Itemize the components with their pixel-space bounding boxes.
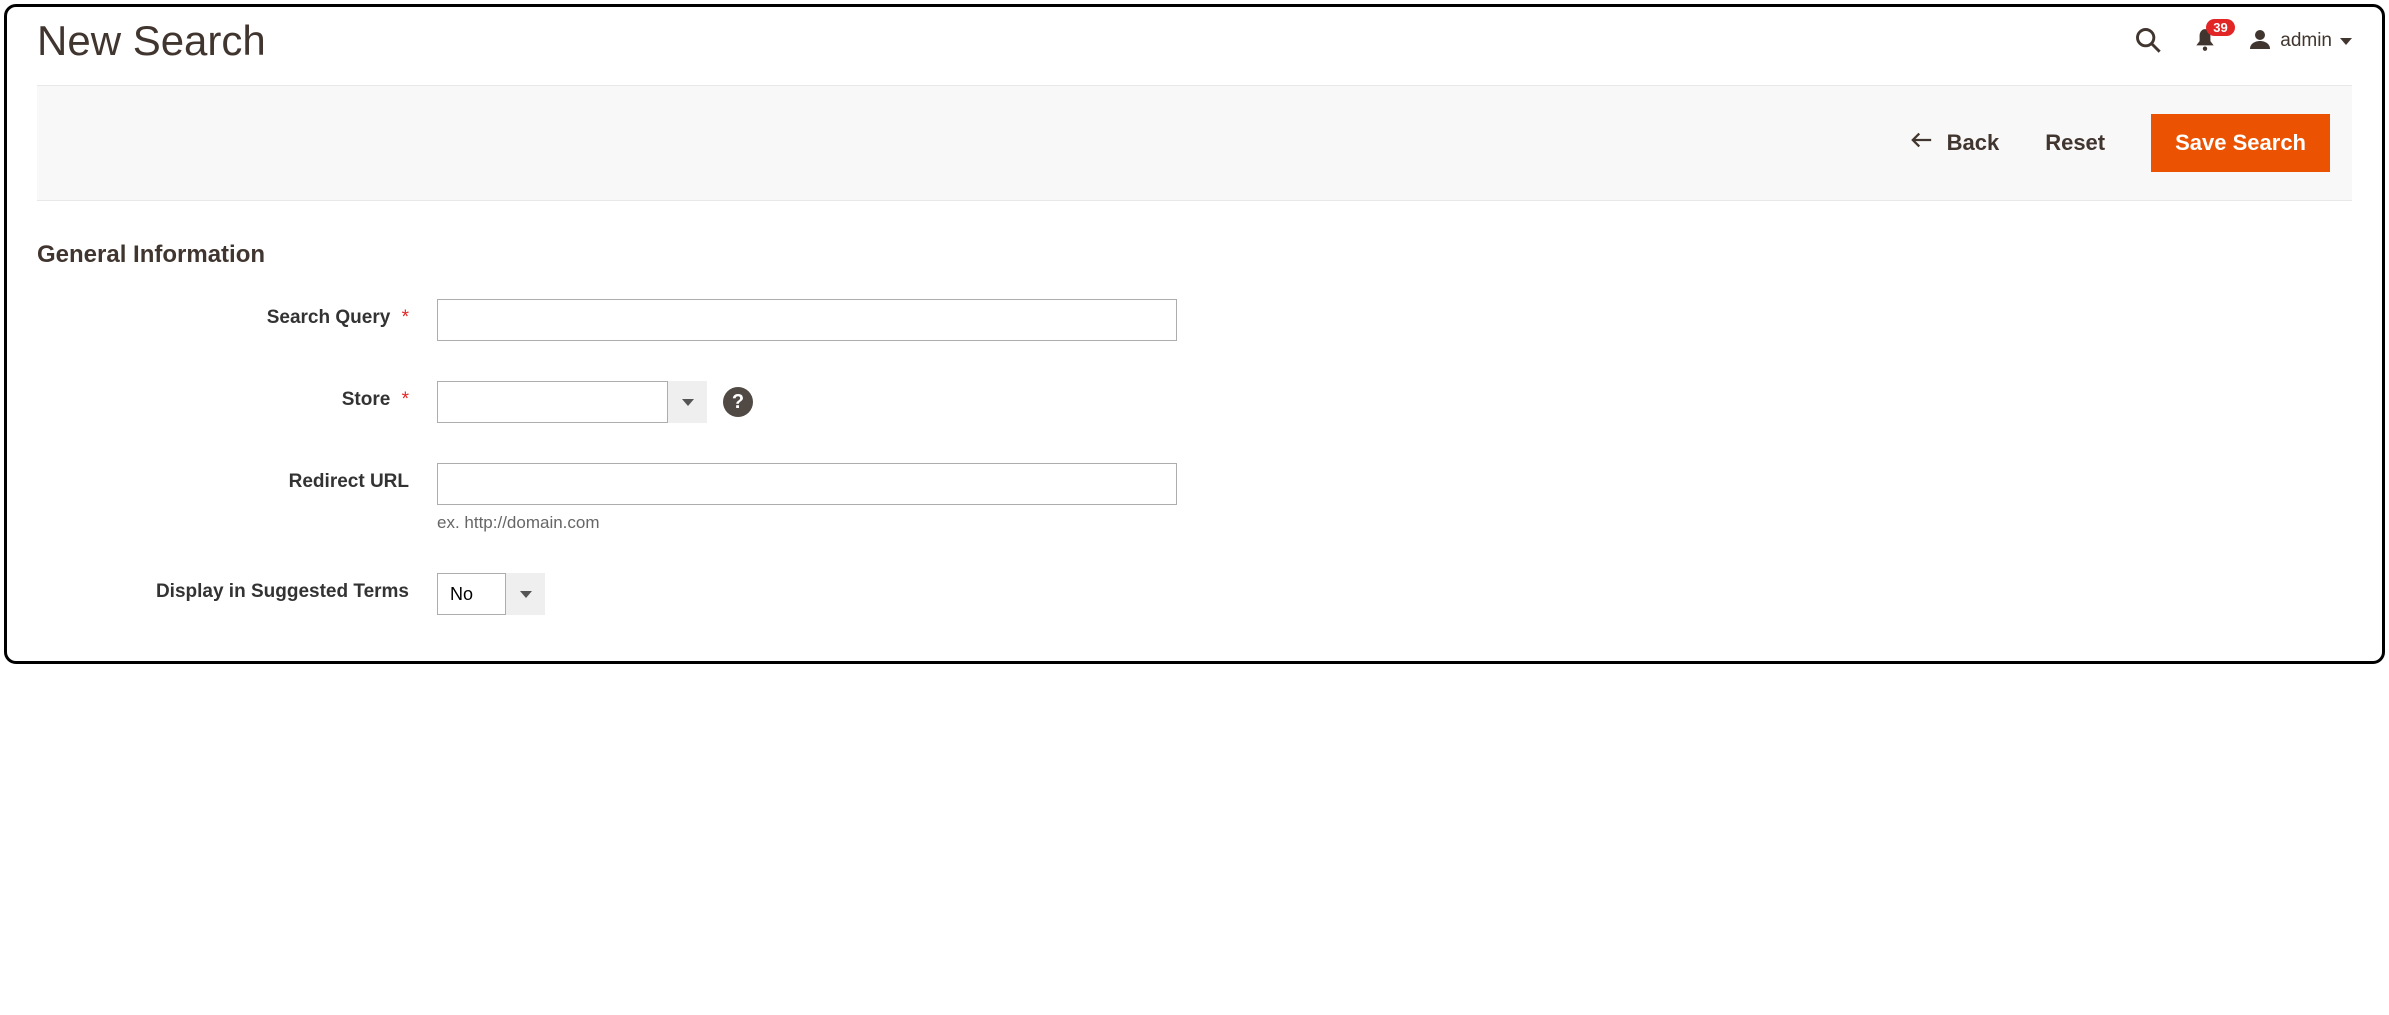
row-search-query: Search Query * xyxy=(37,299,2352,341)
display-suggested-select[interactable]: No xyxy=(437,573,545,615)
label-redirect-url: Redirect URL xyxy=(37,463,437,493)
label-text: Search Query xyxy=(267,307,391,328)
redirect-url-input[interactable] xyxy=(437,463,1177,505)
notification-badge: 39 xyxy=(2206,19,2234,37)
bell-icon xyxy=(2192,41,2218,56)
row-redirect-url: Redirect URL ex. http://domain.com xyxy=(37,463,2352,533)
user-icon xyxy=(2248,27,2272,56)
back-label: Back xyxy=(1947,130,2000,156)
label-text: Store xyxy=(342,389,391,410)
search-icon[interactable] xyxy=(2134,26,2162,57)
back-button[interactable]: Back xyxy=(1911,129,2000,157)
label-store: Store * xyxy=(37,381,437,411)
search-query-input[interactable] xyxy=(437,299,1177,341)
label-text: Display in Suggested Terms xyxy=(156,581,409,602)
save-search-button[interactable]: Save Search xyxy=(2151,114,2330,172)
redirect-url-hint: ex. http://domain.com xyxy=(437,513,1177,533)
notifications-button[interactable]: 39 xyxy=(2192,27,2218,56)
store-select[interactable] xyxy=(437,381,707,423)
user-name-label: admin xyxy=(2280,30,2332,52)
form-area: Search Query * Store * ? xyxy=(7,299,2382,615)
required-mark: * xyxy=(402,389,409,410)
label-text: Redirect URL xyxy=(289,471,409,492)
arrow-left-icon xyxy=(1911,129,1933,157)
user-menu[interactable]: admin xyxy=(2248,27,2352,56)
help-icon[interactable]: ? xyxy=(723,387,753,417)
header-tools: 39 admin xyxy=(2134,26,2352,57)
section-title: General Information xyxy=(37,241,2352,269)
label-display-suggested: Display in Suggested Terms xyxy=(37,573,437,603)
reset-button[interactable]: Reset xyxy=(2039,129,2111,157)
row-display-suggested: Display in Suggested Terms No xyxy=(37,573,2352,615)
required-mark: * xyxy=(402,307,409,328)
chevron-down-icon xyxy=(2340,38,2352,45)
row-store: Store * ? xyxy=(37,381,2352,423)
actions-bar: Back Reset Save Search xyxy=(37,85,2352,201)
page-title: New Search xyxy=(37,17,266,65)
label-search-query: Search Query * xyxy=(37,299,437,329)
